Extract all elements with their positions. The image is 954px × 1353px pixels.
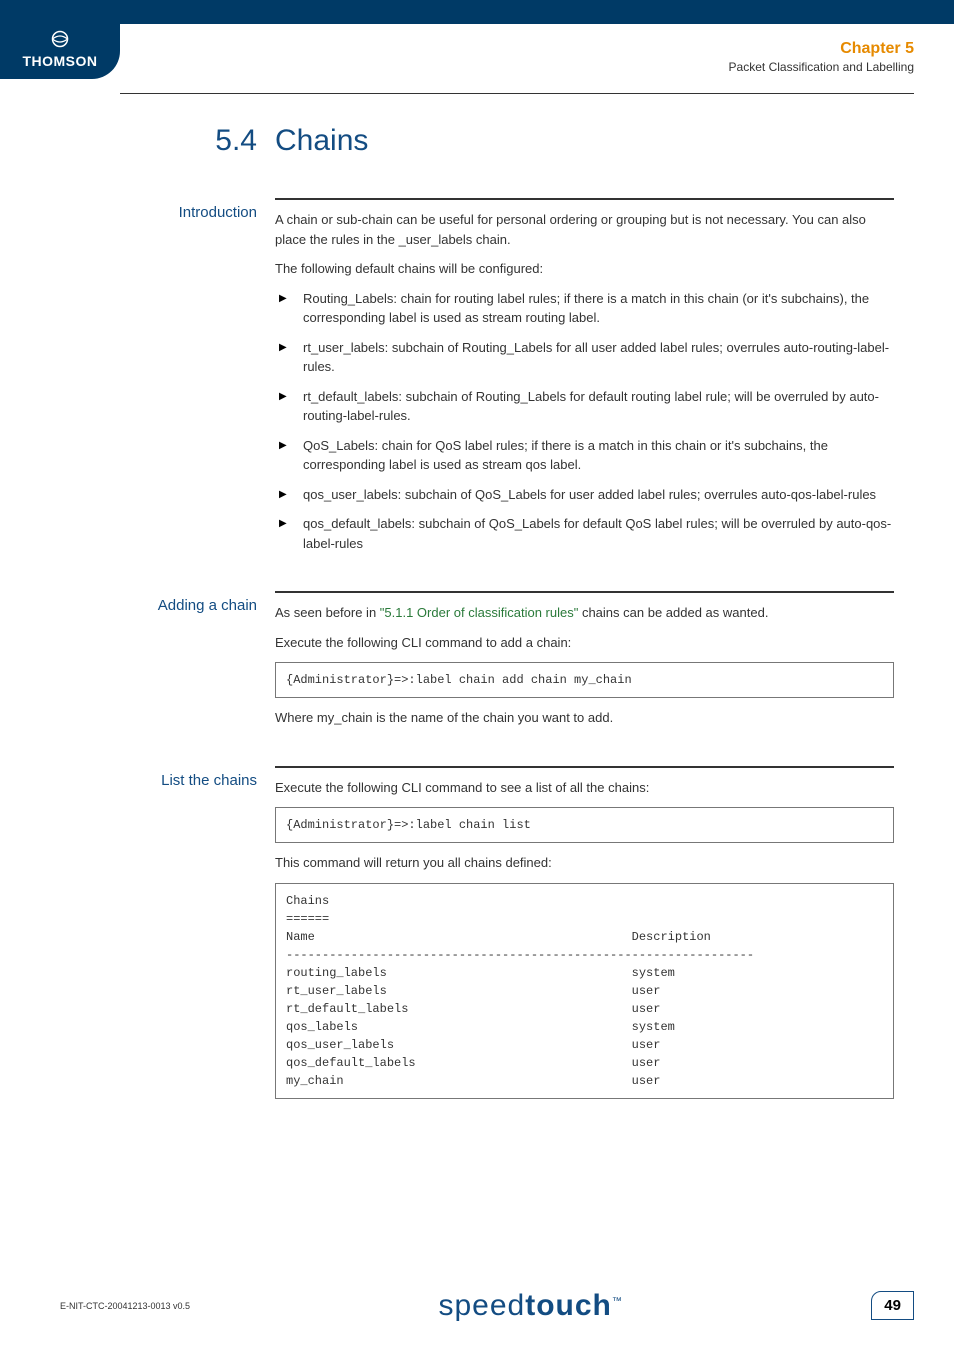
intro-content: A chain or sub-chain can be useful for p… — [275, 198, 894, 563]
adding-block: Adding a chain As seen before in "5.1.1 … — [0, 591, 894, 738]
list-p2: This command will return you all chains … — [275, 853, 894, 873]
list-p1: Execute the following CLI command to see… — [275, 778, 894, 798]
brand-light: speed — [438, 1289, 525, 1322]
adding-label: Adding a chain — [0, 591, 275, 738]
list-item: qos_default_labels: subchain of QoS_Labe… — [275, 514, 894, 553]
brand-logo: THOMSON — [0, 24, 120, 79]
brand-bold: touch — [525, 1289, 612, 1322]
chapter-block: Chapter 5 Packet Classification and Labe… — [729, 32, 914, 74]
footer: E-NIT-CTC-20041213-0013 v0.5 speedtouch™… — [0, 1289, 954, 1353]
footer-brand: speedtouch™ — [438, 1289, 622, 1323]
list-content: Execute the following CLI command to see… — [275, 766, 894, 1109]
section-title: Chains — [275, 124, 368, 158]
list-item: rt_default_labels: subchain of Routing_L… — [275, 387, 894, 426]
list-item: qos_user_labels: subchain of QoS_Labels … — [275, 485, 894, 505]
section-number: 5.4 — [0, 124, 275, 158]
intro-p1: A chain or sub-chain can be useful for p… — [275, 210, 894, 249]
list-item: QoS_Labels: chain for QoS label rules; i… — [275, 436, 894, 475]
cli-add-chain: {Administrator}=>:label chain add chain … — [275, 662, 894, 698]
intro-block: Introduction A chain or sub-chain can be… — [0, 198, 894, 563]
intro-label: Introduction — [0, 198, 275, 563]
list-item: rt_user_labels: subchain of Routing_Labe… — [275, 338, 894, 377]
chapter-subtitle: Packet Classification and Labelling — [729, 60, 914, 74]
adding-p2: Execute the following CLI command to add… — [275, 633, 894, 653]
brand-tm: ™ — [612, 1296, 623, 1307]
thomson-globe-icon — [51, 30, 69, 48]
adding-p1-post: chains can be added as wanted. — [578, 605, 768, 620]
adding-p1-pre: As seen before in — [275, 605, 380, 620]
doc-id: E-NIT-CTC-20041213-0013 v0.5 — [60, 1301, 190, 1311]
adding-p3: Where my_chain is the name of the chain … — [275, 708, 894, 728]
xref-link[interactable]: "5.1.1 Order of classification rules" — [380, 605, 579, 620]
brand-name: THOMSON — [0, 53, 120, 69]
chapter-label: Chapter 5 — [729, 40, 914, 58]
cli-list-chains: {Administrator}=>:label chain list — [275, 807, 894, 843]
intro-list: Routing_Labels: chain for routing label … — [275, 289, 894, 554]
header-row: THOMSON Chapter 5 Packet Classification … — [0, 24, 954, 87]
cli-output-chains: Chains ====== Name Description ---------… — [275, 883, 894, 1099]
list-block: List the chains Execute the following CL… — [0, 766, 894, 1109]
section-heading: 5.4 Chains — [0, 124, 894, 158]
list-item: Routing_Labels: chain for routing label … — [275, 289, 894, 328]
list-label: List the chains — [0, 766, 275, 1109]
top-bar — [0, 0, 954, 24]
intro-p2: The following default chains will be con… — [275, 259, 894, 279]
page-body: 5.4 Chains Introduction A chain or sub-c… — [0, 94, 954, 1109]
adding-content: As seen before in "5.1.1 Order of classi… — [275, 591, 894, 738]
adding-p1: As seen before in "5.1.1 Order of classi… — [275, 603, 894, 623]
page-number: 49 — [871, 1291, 914, 1320]
